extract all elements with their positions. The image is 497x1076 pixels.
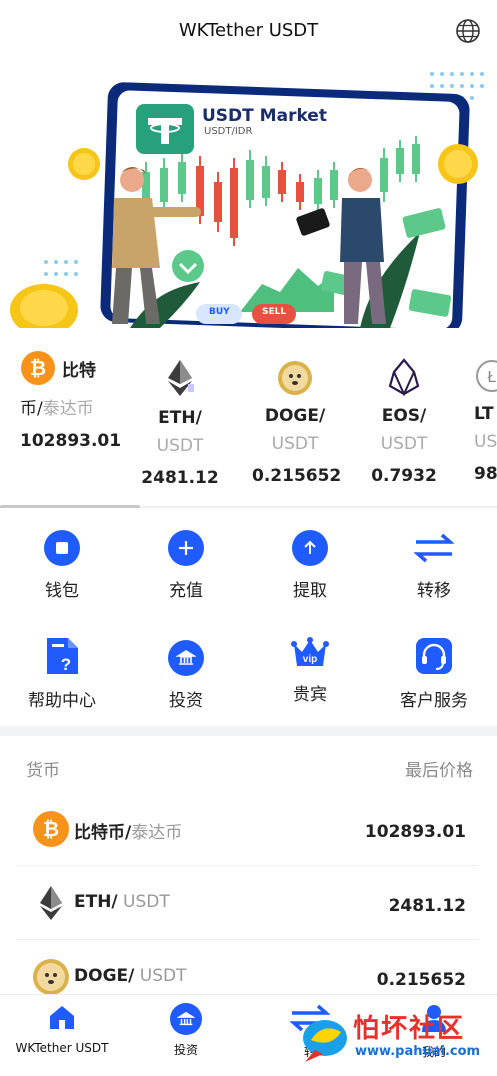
promo-banner[interactable]: USDT Market USDT/IDR BUY SELL	[0, 62, 497, 328]
bank-icon	[168, 640, 204, 676]
nav-invest[interactable]: 投资	[124, 1003, 248, 1058]
market-row-eth[interactable]: ETH/ USDT 2481.12	[16, 866, 478, 940]
svg-text:vip: vip	[303, 654, 317, 665]
ticker-sub-right: 泰达币	[42, 399, 94, 419]
market-header: 货币 最后价格	[26, 756, 473, 781]
action-transfer[interactable]: 转移	[372, 530, 496, 601]
ticker-name: ETH/	[158, 408, 202, 428]
ticker-price: 98.	[474, 464, 497, 484]
action-label: 贵宾	[293, 685, 327, 705]
headset-icon	[416, 638, 452, 674]
vip-crown-icon: vip	[291, 637, 329, 666]
action-grid: 钱包 充值 提取 转移 ? 帮助中心 投资 vip 贵宾 客户服务	[0, 510, 497, 726]
ticker-name: DOGE/	[264, 406, 326, 426]
nav-home[interactable]: WKTether USDT	[0, 1003, 124, 1055]
ticker-item-doge[interactable]: DOGE/ USDT 0.215652	[252, 358, 342, 486]
pair-base: DOGE/	[74, 966, 135, 986]
pair-base: 比特币/	[74, 823, 132, 843]
ticker-sub: USDT	[380, 434, 428, 454]
watermark-text: 怕坏社区	[353, 1014, 466, 1044]
action-vip[interactable]: vip 贵宾	[248, 636, 372, 705]
svg-text:Ł: Ł	[488, 369, 497, 386]
ticker-price: 102893.01	[20, 431, 122, 451]
ticker-sub: US	[474, 432, 497, 452]
action-label: 投资	[169, 691, 203, 711]
action-label: 钱包	[45, 581, 79, 601]
watermark-url: www.pahuai.com	[355, 1044, 481, 1059]
pair-quote: USDT	[117, 892, 170, 912]
banner-sell-label: SELL	[262, 307, 287, 317]
ticker-item-ltc[interactable]: Ł LT US 98.	[474, 358, 497, 484]
globe-icon[interactable]	[455, 18, 481, 44]
market-row-btc[interactable]: ₿ 比特币/泰达币 102893.01	[16, 792, 478, 866]
ticker-price: 0.215652	[252, 466, 342, 486]
price-ticker[interactable]: ₿ 比特 币/泰达币 102893.01 ETH/ USDT 2481.12 D…	[0, 328, 497, 508]
last-price: 2481.12	[388, 896, 466, 916]
dogecoin-icon	[33, 959, 69, 995]
svg-text:?: ?	[61, 655, 71, 674]
ticker-name: EOS/	[381, 406, 427, 426]
dogecoin-icon	[278, 361, 312, 395]
ticker-price: 2481.12	[141, 468, 219, 488]
banner-card-title: USDT Market	[202, 106, 327, 126]
action-label: 帮助中心	[28, 691, 96, 711]
banner-buy-label: BUY	[209, 307, 230, 317]
pair-quote: 泰达币	[131, 823, 183, 843]
ticker-sub-left: 币/	[20, 399, 43, 419]
wallet-icon	[44, 530, 80, 566]
action-customer-service[interactable]: 客户服务	[372, 636, 496, 711]
eos-icon	[388, 358, 420, 397]
action-wallet[interactable]: 钱包	[0, 530, 124, 601]
bitcoin-icon: ₿	[33, 811, 69, 847]
pair-base: ETH/	[74, 892, 118, 912]
ticker-price: 0.7932	[371, 466, 437, 486]
ethereum-icon	[40, 886, 62, 920]
ticker-item-btc[interactable]: ₿ 比特 币/泰达币 102893.01	[20, 350, 122, 451]
plus-icon	[168, 530, 204, 566]
column-last-price: 最后价格	[405, 761, 473, 781]
svg-text:₿: ₿	[30, 358, 46, 380]
ethereum-icon	[168, 360, 194, 396]
column-currency: 货币	[26, 761, 60, 781]
arrow-up-icon	[292, 530, 328, 566]
header-bar: WKTether USDT	[0, 0, 497, 62]
ticker-item-eos[interactable]: EOS/ USDT 0.7932	[368, 358, 440, 486]
ticker-item-eth[interactable]: ETH/ USDT 2481.12	[140, 358, 220, 488]
nav-label: 投资	[173, 1043, 198, 1057]
bitcoin-icon: ₿	[21, 351, 55, 385]
page-title: WKTether USDT	[178, 20, 319, 41]
action-invest[interactable]: 投资	[124, 640, 248, 711]
transfer-icon	[414, 533, 454, 563]
litecoin-icon: Ł	[476, 360, 497, 392]
home-icon	[50, 1006, 74, 1029]
svg-text:₿: ₿	[43, 819, 59, 841]
pair-quote: USDT	[134, 966, 187, 986]
ticker-sub: USDT	[156, 436, 204, 456]
watermark: 怕坏社区 www.pahuai.com	[297, 1004, 487, 1068]
bank-icon	[170, 1003, 202, 1035]
banner-card-subtitle: USDT/IDR	[204, 126, 253, 137]
ticker-name: LT	[474, 404, 494, 424]
last-price: 0.215652	[376, 970, 466, 990]
action-label: 充值	[169, 581, 203, 601]
action-help-center[interactable]: ? 帮助中心	[0, 636, 124, 711]
action-label: 提取	[293, 581, 327, 601]
section-divider	[0, 726, 497, 736]
ticker-sub: USDT	[271, 434, 319, 454]
usdt-market-illustration	[10, 72, 484, 328]
last-price: 102893.01	[364, 822, 466, 842]
nav-label: WKTether USDT	[15, 1041, 109, 1055]
help-document-icon: ?	[47, 638, 78, 674]
action-withdraw[interactable]: 提取	[248, 530, 372, 601]
ticker-scrollbar[interactable]	[0, 505, 140, 508]
action-label: 客户服务	[400, 691, 468, 711]
ticker-name: 比特	[62, 360, 96, 381]
action-label: 转移	[417, 581, 451, 601]
action-deposit[interactable]: 充值	[124, 530, 248, 601]
